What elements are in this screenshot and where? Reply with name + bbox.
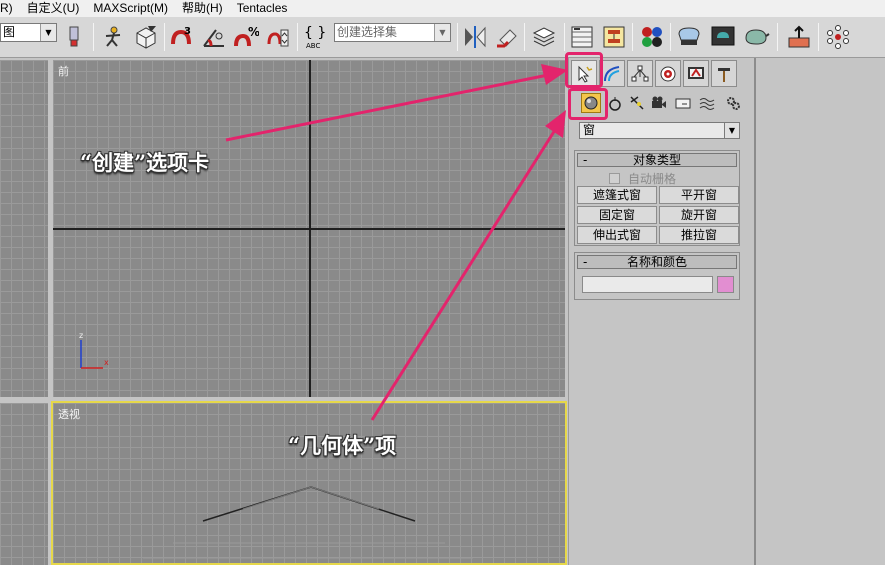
- tab-display[interactable]: [683, 60, 709, 87]
- select-move-icon[interactable]: [100, 22, 126, 52]
- projected-window-button[interactable]: 伸出式窗: [577, 226, 657, 244]
- tab-hierarchy[interactable]: [627, 60, 653, 87]
- main-toolbar: 图 ▼ 3 % { } ABC 创建选择集 ▼: [0, 17, 885, 58]
- name-color-rollout-header[interactable]: - 名称和颜色: [577, 255, 737, 269]
- create-tab-highlight: [565, 52, 603, 88]
- axis-tripod-icon: z x: [79, 332, 109, 369]
- chevron-down-icon: ▼: [40, 24, 56, 41]
- axis-z-label: z: [79, 332, 83, 340]
- selection-set-placeholder: 创建选择集: [337, 25, 398, 39]
- systems-button[interactable]: [723, 93, 743, 113]
- name-color-title: 名称和颜色: [626, 255, 687, 269]
- object-type-rollout: - 对象类型 自动栅格 遮篷式窗 平开窗 固定窗 旋开窗 伸出式窗 推拉窗: [574, 150, 740, 246]
- pivoted-window-button[interactable]: 旋开窗: [659, 206, 739, 224]
- light-icon: [630, 96, 644, 110]
- space-warps-button[interactable]: [697, 93, 717, 113]
- hierarchy-tab-icon: [631, 65, 649, 81]
- display-tab-icon: [688, 66, 704, 79]
- object-name-field[interactable]: [582, 276, 713, 293]
- menu-bar: R) 自定义(U) MAXScript(M) 帮助(H) Tentacles: [0, 0, 885, 17]
- menu-item-render[interactable]: R): [0, 0, 20, 17]
- snap-label: 3: [184, 26, 191, 37]
- name-color-rollout: - 名称和颜色: [574, 252, 740, 300]
- chevron-down-icon: ▼: [434, 24, 450, 41]
- tab-motion[interactable]: [655, 60, 681, 87]
- menu-item-help[interactable]: 帮助(H): [175, 0, 230, 17]
- gears-icon: [727, 97, 740, 110]
- angle-snap-icon[interactable]: [201, 22, 227, 52]
- front-horizontal-axis: [53, 228, 565, 230]
- viewport-front[interactable]: 前 z x: [53, 60, 565, 397]
- shapes-button[interactable]: [605, 93, 625, 113]
- material-editor-icon[interactable]: [638, 22, 666, 52]
- snap-toggle-icon[interactable]: 3: [169, 22, 195, 52]
- sliding-window-button[interactable]: 推拉窗: [659, 226, 739, 244]
- align-icon[interactable]: [494, 22, 520, 52]
- awning-window-button[interactable]: 遮篷式窗: [577, 186, 657, 204]
- extension-tool-icon[interactable]: [785, 22, 813, 52]
- view-combo[interactable]: 图 ▼: [0, 23, 57, 42]
- spinner-snap-icon[interactable]: [265, 22, 291, 52]
- render-setup-icon[interactable]: [674, 22, 704, 52]
- collapse-icon: -: [583, 255, 588, 269]
- command-panel: 窗 ▼ - 对象类型 自动栅格 遮篷式窗 平开窗 固定窗 旋开窗 伸出式窗 推拉…: [568, 58, 754, 565]
- svg-text:{ }: { }: [304, 25, 326, 41]
- camera-icon: [652, 96, 666, 108]
- percent-snap-icon[interactable]: %: [233, 22, 259, 52]
- autogrid-option[interactable]: 自动栅格: [609, 170, 676, 187]
- viewport-perspective[interactable]: 透视: [51, 401, 567, 565]
- fixed-window-button[interactable]: 固定窗: [577, 206, 657, 224]
- select-object-icon[interactable]: [132, 22, 160, 52]
- mirror-icon[interactable]: [462, 22, 488, 52]
- viewport-front-label[interactable]: 前: [58, 63, 69, 79]
- select-filter-icon[interactable]: [63, 22, 85, 52]
- casement-window-button[interactable]: 平开窗: [659, 186, 739, 204]
- autogrid-label: 自动栅格: [628, 172, 677, 186]
- menu-item-customize[interactable]: 自定义(U): [20, 0, 87, 17]
- motion-tab-icon: [660, 66, 676, 81]
- space-warp-icon: [699, 98, 715, 110]
- modify-tab-icon: [604, 65, 620, 81]
- named-selection-set-combo[interactable]: 创建选择集 ▼: [334, 23, 451, 42]
- schematic-view-icon[interactable]: [601, 22, 627, 52]
- tab-utilities[interactable]: [711, 60, 737, 87]
- cameras-button[interactable]: [649, 93, 669, 113]
- create-tab-annotation: “创建”选项卡: [80, 150, 210, 175]
- object-color-swatch[interactable]: [717, 276, 734, 293]
- view-combo-value: 图: [3, 25, 16, 39]
- svg-text:ABC: ABC: [306, 42, 320, 50]
- object-type-title: 对象类型: [632, 153, 681, 167]
- helper-icon: [675, 98, 691, 109]
- viewport-left[interactable]: [0, 60, 48, 397]
- category-dropdown[interactable]: 窗 ▼: [579, 122, 740, 139]
- render-production-icon[interactable]: [741, 22, 771, 52]
- geometry-annotation: “几何体”项: [288, 433, 397, 458]
- lights-button[interactable]: [627, 93, 647, 113]
- category-dropdown-value: 窗: [583, 123, 596, 137]
- perspective-grid: [143, 486, 473, 559]
- svg-text:%: %: [248, 25, 259, 39]
- menu-item-maxscript[interactable]: MAXScript(M): [86, 0, 175, 17]
- helpers-button[interactable]: [673, 93, 693, 113]
- layer-manager-icon[interactable]: [530, 22, 558, 52]
- rendered-frame-window-icon[interactable]: [708, 22, 738, 52]
- object-type-rollout-header[interactable]: - 对象类型: [577, 153, 737, 167]
- menu-item-tentacles[interactable]: Tentacles: [230, 0, 295, 17]
- viewport-bottom-left[interactable]: [0, 403, 48, 565]
- hammer-icon: [718, 67, 730, 82]
- particle-flow-icon[interactable]: [824, 22, 852, 52]
- right-blank-area: [754, 58, 885, 565]
- shapes-icon: [609, 97, 621, 111]
- geometry-highlight: [568, 88, 608, 120]
- chevron-down-icon: ▼: [724, 123, 739, 138]
- curve-editor-icon[interactable]: [569, 22, 595, 52]
- autogrid-checkbox[interactable]: [609, 173, 620, 184]
- edit-named-selection-icon[interactable]: { } ABC: [303, 22, 329, 52]
- collapse-icon: -: [583, 153, 588, 167]
- axis-x-label: x: [104, 358, 109, 367]
